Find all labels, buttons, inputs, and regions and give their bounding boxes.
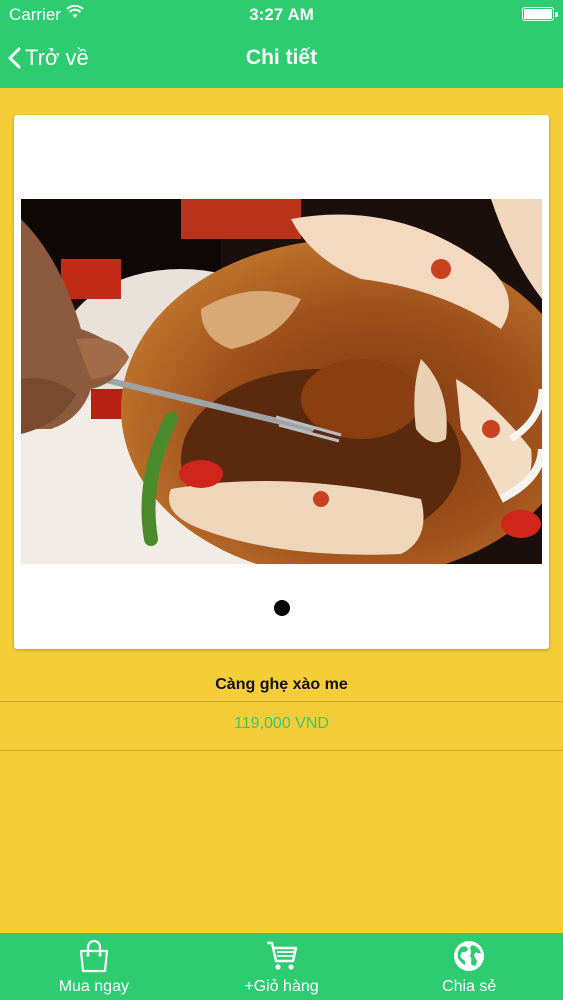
buy-now-label: Mua ngay: [58, 978, 129, 995]
cart-icon: [265, 939, 299, 973]
share-tab[interactable]: Chia sẻ: [375, 933, 563, 1000]
status-time: 3:27 AM: [249, 5, 314, 24]
image-gallery-card[interactable]: [14, 115, 549, 649]
bottom-tab-bar: Mua ngay +Giỏ hàng Chia sẻ: [0, 933, 563, 1000]
divider: [0, 750, 563, 751]
divider: [0, 701, 563, 702]
status-bar: Carrier 3:27 AM: [0, 0, 563, 30]
buy-now-tab[interactable]: Mua ngay: [0, 933, 188, 1000]
shopping-bag-icon: [77, 939, 111, 973]
page-title: Chi tiết: [245, 46, 318, 69]
product-price: 119,000 VND: [234, 715, 329, 732]
page-indicator-dot[interactable]: [274, 600, 290, 616]
top-bar: Carrier 3:27 AM Trở về Chi tiết: [0, 0, 563, 88]
navigation-bar: Trở về Chi tiết: [0, 30, 563, 88]
product-photo[interactable]: [21, 199, 542, 564]
globe-icon: [452, 939, 486, 973]
battery-icon: [522, 7, 558, 21]
share-label: Chia sẻ: [442, 978, 497, 995]
add-to-cart-tab[interactable]: +Giỏ hàng: [188, 933, 376, 1000]
product-name: Càng ghẹ xào me: [215, 676, 348, 693]
add-to-cart-label: +Giỏ hàng: [244, 978, 319, 995]
